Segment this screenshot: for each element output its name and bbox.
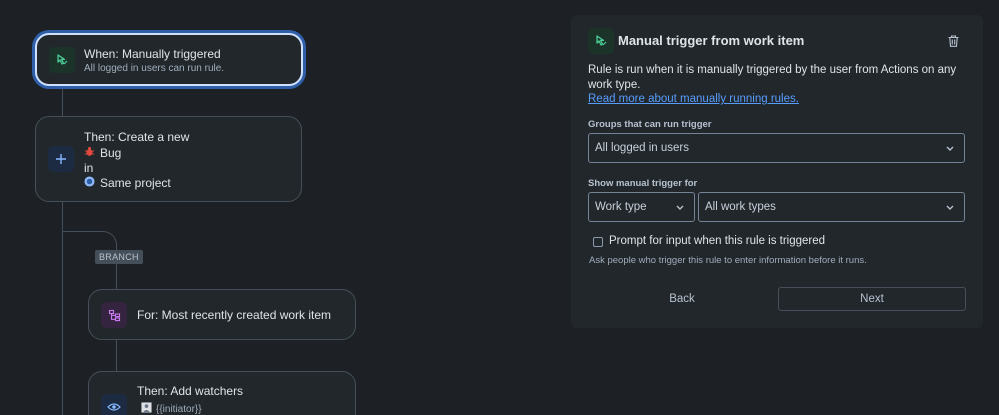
bug-icon bbox=[84, 146, 95, 160]
create-action-card[interactable]: Then: Create a new Bug in Same project bbox=[35, 116, 302, 202]
branch-icon bbox=[101, 302, 127, 328]
show-trigger-label: Show manual trigger for bbox=[588, 178, 698, 189]
project-avatar-icon bbox=[84, 176, 95, 190]
back-button[interactable]: Back bbox=[588, 287, 776, 311]
branch-tag: BRANCH bbox=[95, 250, 143, 264]
panel-description: Rule is run when it is manually triggere… bbox=[588, 64, 957, 91]
branch-card[interactable]: For: Most recently created work item bbox=[88, 289, 356, 340]
groups-select-value: All logged in users bbox=[595, 142, 689, 154]
prompt-input-checkbox[interactable] bbox=[593, 237, 603, 247]
add-watchers-title: Then: Add watchers bbox=[137, 384, 244, 398]
issue-type-label: Bug bbox=[100, 146, 122, 160]
watchers-value: {{initiator}} bbox=[156, 403, 202, 415]
groups-select[interactable]: All logged in users bbox=[588, 133, 965, 163]
trigger-config-panel: Manual trigger from work item Rule is ru… bbox=[571, 15, 983, 328]
project-row: Same project bbox=[84, 176, 171, 190]
work-types-scope-value: All work types bbox=[705, 201, 776, 213]
plus-icon bbox=[48, 146, 74, 172]
connector-line bbox=[116, 340, 117, 372]
trigger-card[interactable]: When: Manually triggered All logged in u… bbox=[35, 33, 303, 86]
work-type-select[interactable]: Work type bbox=[588, 192, 695, 222]
manual-trigger-icon bbox=[588, 28, 614, 54]
connector-line bbox=[116, 264, 117, 290]
eye-icon bbox=[101, 394, 127, 415]
watchers-value-row: {{initiator}} bbox=[141, 402, 202, 415]
user-avatar-icon bbox=[141, 402, 152, 415]
branch-title: For: Most recently created work item bbox=[137, 308, 332, 322]
chevron-down-icon bbox=[675, 202, 685, 215]
next-button[interactable]: Next bbox=[778, 287, 966, 311]
prompt-input-helper: Ask people who trigger this rule to ente… bbox=[589, 255, 867, 266]
trash-icon[interactable] bbox=[948, 34, 959, 52]
work-type-select-value: Work type bbox=[595, 201, 647, 213]
trigger-title: When: Manually triggered bbox=[84, 47, 221, 61]
manual-trigger-icon bbox=[49, 47, 75, 73]
trigger-subtitle: All logged in users can run rule. bbox=[84, 63, 225, 74]
chevron-down-icon bbox=[945, 143, 955, 156]
connector-text: in bbox=[84, 161, 94, 175]
panel-title: Manual trigger from work item bbox=[618, 33, 805, 48]
issue-type-row: Bug bbox=[84, 146, 121, 160]
read-more-link[interactable]: Read more about manually running rules. bbox=[588, 93, 799, 105]
prompt-input-label: Prompt for input when this rule is trigg… bbox=[609, 235, 826, 247]
create-action-title: Then: Create a new bbox=[84, 130, 190, 144]
work-types-scope-select[interactable]: All work types bbox=[698, 192, 965, 222]
add-watchers-card[interactable]: Then: Add watchers {{initiator}} bbox=[88, 371, 356, 415]
groups-label: Groups that can run trigger bbox=[588, 119, 712, 130]
chevron-down-icon bbox=[945, 202, 955, 215]
project-label: Same project bbox=[100, 176, 171, 190]
connector-line bbox=[62, 86, 63, 117]
